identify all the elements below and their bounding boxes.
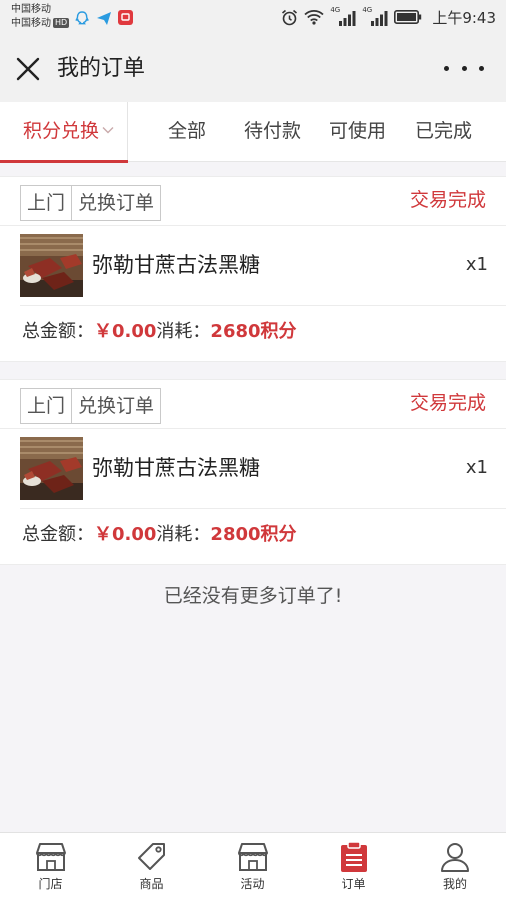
cost-label: 消耗： bbox=[156, 321, 211, 342]
points-cost: 2680积分 bbox=[210, 321, 297, 342]
order-type-kind: 兑换订单 bbox=[78, 395, 155, 417]
tag-icon bbox=[137, 843, 165, 870]
nav-store[interactable]: 门店 bbox=[0, 833, 101, 900]
clock: 上午9:43 bbox=[432, 8, 496, 27]
order-type-delivery: 上门 bbox=[21, 389, 73, 423]
tab-points-exchange[interactable]: 积分兑换 bbox=[0, 102, 128, 163]
tab-pending-payment[interactable]: 待付款 bbox=[244, 118, 301, 144]
active-tab-indicator bbox=[0, 160, 128, 163]
status-icons: 4G 4G 上午9:43 bbox=[281, 6, 496, 27]
close-icon bbox=[16, 57, 40, 81]
tab-points-exchange-label: 积分兑换 bbox=[23, 120, 100, 142]
order-total: 总金额：￥0.00消耗：2680积分 bbox=[22, 319, 297, 345]
order-type-tag: 上门 兑换订单 bbox=[20, 388, 162, 424]
carrier-label-2: 中国移动 HD bbox=[11, 18, 70, 30]
product-name[interactable]: 弥勒甘蔗古法黑糖 bbox=[92, 251, 260, 279]
product-quantity: x1 bbox=[465, 254, 488, 275]
signal-bars-icon-1 bbox=[339, 11, 356, 26]
nav-products-label: 商品 bbox=[139, 877, 164, 891]
brown-sugar-product-image bbox=[20, 437, 83, 500]
qq-notification-icon bbox=[75, 11, 89, 25]
divider bbox=[20, 305, 506, 306]
nav-activities[interactable]: 活动 bbox=[202, 833, 303, 900]
total-label: 总金额： bbox=[22, 321, 94, 342]
carrier-label-2-text: 中国移动 bbox=[11, 18, 51, 29]
wifi-icon bbox=[304, 10, 324, 25]
store-icon bbox=[237, 843, 268, 871]
order-status: 交易完成 bbox=[409, 392, 486, 414]
total-amount: ￥0.00 bbox=[94, 524, 157, 545]
nav-orders[interactable]: 订单 bbox=[303, 833, 404, 900]
divider bbox=[0, 428, 506, 429]
product-quantity: x1 bbox=[465, 457, 488, 478]
more-dot-icon bbox=[479, 65, 484, 71]
order-clipboard-icon bbox=[340, 841, 367, 872]
nav-activities-label: 活动 bbox=[240, 877, 265, 891]
hd-badge: HD bbox=[53, 18, 70, 28]
total-label: 总金额： bbox=[22, 524, 94, 545]
total-amount: ￥0.00 bbox=[94, 321, 157, 342]
page-title: 我的订单 bbox=[57, 56, 146, 81]
product-thumbnail[interactable] bbox=[20, 437, 83, 500]
order-status: 交易完成 bbox=[409, 189, 486, 211]
carrier-label-1: 中国移动 bbox=[11, 4, 51, 15]
more-dot-icon bbox=[461, 65, 467, 71]
nav-products[interactable]: 商品 bbox=[101, 833, 202, 900]
battery-icon bbox=[394, 10, 422, 24]
divider bbox=[20, 508, 506, 509]
user-icon bbox=[441, 843, 469, 872]
brown-sugar-product-image bbox=[20, 234, 83, 297]
cost-label: 消耗： bbox=[156, 524, 211, 545]
product-thumbnail[interactable] bbox=[20, 234, 83, 297]
tab-completed[interactable]: 已完成 bbox=[415, 118, 472, 144]
more-dot-icon bbox=[444, 65, 449, 71]
signal-bars-icon-2 bbox=[371, 11, 388, 26]
nav-orders-label: 订单 bbox=[341, 877, 366, 891]
app-notification-icon bbox=[118, 10, 133, 25]
more-menu-button[interactable] bbox=[444, 60, 484, 76]
nav-profile[interactable]: 我的 bbox=[404, 833, 506, 900]
store-icon bbox=[35, 843, 66, 871]
no-more-orders-message: 已经没有更多订单了! bbox=[163, 585, 343, 607]
order-tabs: 积分兑换 全部 待付款 可使用 已完成 bbox=[0, 102, 506, 163]
order-card[interactable]: 上门 兑换订单 交易完成 弥勒甘蔗古法黑糖 x1 总金额：￥0.00消耗：280… bbox=[0, 379, 506, 565]
bottom-navigation: 门店 商品 活动 订单 我的 bbox=[0, 832, 506, 900]
nav-store-label: 门店 bbox=[38, 877, 63, 891]
order-type-tag: 上门 兑换订单 bbox=[20, 185, 162, 221]
title-bar: 我的订单 bbox=[0, 36, 506, 102]
order-card[interactable]: 上门 兑换订单 交易完成 弥勒甘蔗古法黑糖 x1 总金额：￥0.00消耗：268… bbox=[0, 176, 506, 362]
points-cost: 2800积分 bbox=[210, 524, 297, 545]
product-name[interactable]: 弥勒甘蔗古法黑糖 bbox=[92, 454, 260, 482]
order-total: 总金额：￥0.00消耗：2800积分 bbox=[22, 522, 297, 548]
signal-4g-icon-2: 4G bbox=[362, 6, 388, 26]
divider bbox=[0, 225, 506, 226]
tab-all[interactable]: 全部 bbox=[168, 118, 206, 144]
paper-plane-icon bbox=[97, 12, 111, 25]
close-button[interactable] bbox=[15, 56, 41, 82]
nav-profile-label: 我的 bbox=[442, 877, 467, 891]
signal-4g-icon-1: 4G bbox=[330, 6, 356, 26]
order-type-kind: 兑换订单 bbox=[78, 192, 155, 214]
chevron-down-icon bbox=[102, 127, 114, 134]
tab-usable[interactable]: 可使用 bbox=[329, 118, 386, 144]
status-bar: 中国移动 中国移动 HD 4G 4G 上午9:43 bbox=[0, 0, 506, 36]
alarm-icon bbox=[282, 9, 298, 25]
order-type-delivery: 上门 bbox=[21, 186, 73, 220]
